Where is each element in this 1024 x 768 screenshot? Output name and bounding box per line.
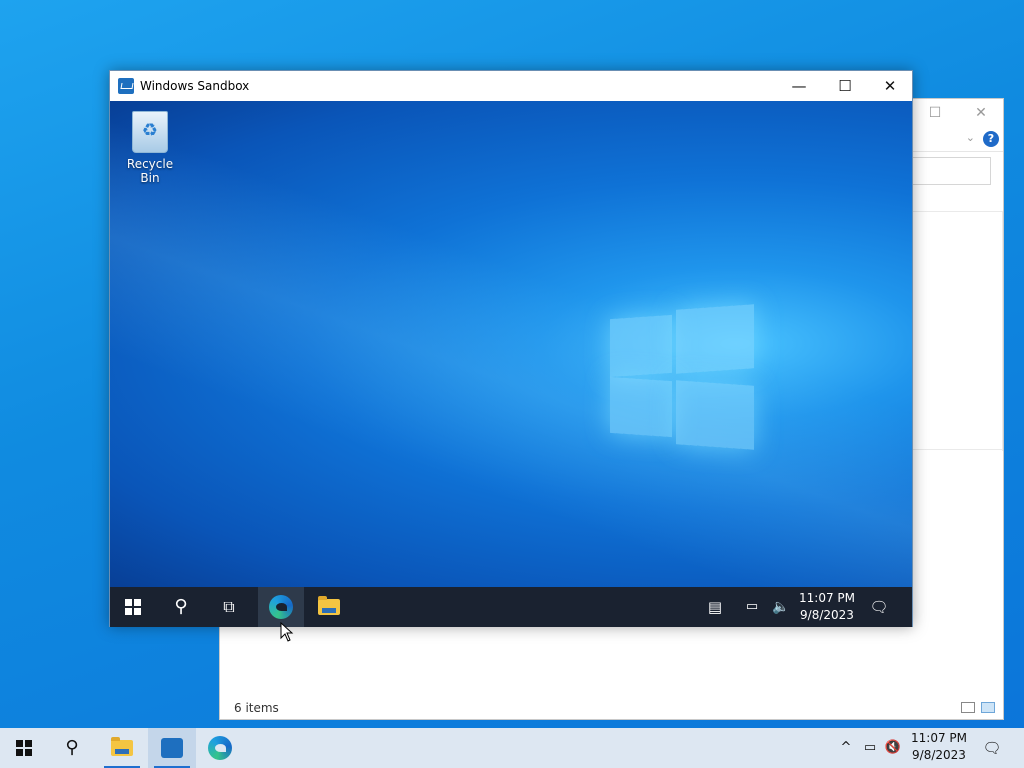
file-explorer-icon	[111, 737, 133, 756]
window-title: Windows Sandbox	[140, 79, 250, 93]
recycle-bin-icon	[132, 111, 168, 153]
sandbox-clock-time[interactable]: 11:07 PM	[798, 590, 856, 606]
maximize-button[interactable]: ☐	[822, 71, 868, 101]
network-icon: ▭	[863, 740, 877, 755]
windows-sandbox-window[interactable]: Windows Sandbox — ☐ ✕ Recycle Bin ⚲ ⧉	[109, 70, 913, 627]
large-icons-view-icon[interactable]	[981, 702, 995, 713]
sandbox-taskbar: ⚲ ⧉ ▤ ▭ 🔈 11:07 PM 9/8/2023 🗨	[110, 587, 912, 627]
host-clock[interactable]: 11:07 PM 9/8/2023	[904, 730, 974, 764]
start-icon	[16, 740, 32, 756]
details-view-icon[interactable]	[961, 702, 975, 713]
sandbox-desktop[interactable]: Recycle Bin	[110, 101, 912, 587]
status-bar-text: 6 items	[234, 701, 279, 715]
host-notifications-button[interactable]: 🗨	[968, 728, 1016, 768]
chevron-up-icon: ^	[840, 740, 852, 755]
minimize-button[interactable]: —	[776, 71, 822, 101]
divider	[1002, 211, 1003, 451]
notification-icon: 🗨	[869, 598, 889, 616]
windows-sandbox-icon	[161, 738, 183, 758]
host-volume-button[interactable]: 🔇	[882, 728, 904, 768]
volume-icon: 🔈	[772, 599, 790, 615]
edge-icon	[208, 736, 232, 760]
mouse-cursor-icon	[280, 622, 294, 642]
edge-icon	[269, 595, 293, 619]
task-view-icon: ⧉	[223, 597, 235, 616]
host-windows-sandbox-button[interactable]	[148, 728, 196, 768]
volume-muted-icon: 🔇	[884, 740, 902, 755]
expand-ribbon-icon[interactable]: ⌄	[966, 131, 975, 144]
show-hidden-icons-button[interactable]: ^	[834, 728, 858, 768]
windows-sandbox-icon	[118, 78, 134, 94]
close-icon[interactable]: ✕	[971, 103, 991, 123]
network-button[interactable]: ▭	[740, 587, 764, 627]
host-file-explorer-button[interactable]	[98, 728, 146, 768]
view-buttons	[961, 702, 995, 713]
sandbox-titlebar[interactable]: Windows Sandbox — ☐ ✕	[110, 71, 912, 101]
notification-icon: 🗨	[982, 739, 1002, 757]
host-search-button[interactable]: ⚲	[48, 728, 96, 768]
host-start-button[interactable]	[0, 728, 48, 768]
search-button[interactable]: ⚲	[158, 587, 204, 627]
sandbox-clock-date[interactable]: 9/8/2023	[798, 607, 856, 623]
file-explorer-taskbar-button[interactable]	[306, 587, 352, 627]
notifications-button[interactable]: 🗨	[856, 587, 902, 627]
help-icon[interactable]: ?	[983, 131, 999, 147]
host-network-button[interactable]: ▭	[858, 728, 882, 768]
maximize-icon[interactable]: ☐	[925, 103, 945, 123]
recycle-bin-label: Recycle Bin	[126, 157, 174, 185]
search-icon: ⚲	[65, 737, 79, 758]
network-icon: ▭	[745, 599, 759, 614]
host-taskbar: ⚲ ^ ▭ 🔇 🗨	[0, 728, 1024, 768]
host-clock-time: 11:07 PM	[911, 731, 967, 745]
news-icon: ▤	[707, 598, 723, 616]
wallpaper-light-beam	[110, 101, 912, 587]
recycle-bin-desktop-icon[interactable]: Recycle Bin	[118, 111, 182, 185]
host-edge-button[interactable]	[196, 728, 244, 768]
search-icon: ⚲	[174, 596, 188, 617]
close-button[interactable]: ✕	[867, 71, 913, 101]
edge-taskbar-button[interactable]	[258, 587, 304, 627]
search-box[interactable]	[911, 157, 991, 185]
file-explorer-icon	[318, 596, 340, 615]
windows-logo-wallpaper	[610, 301, 756, 451]
volume-button[interactable]: 🔈	[768, 587, 794, 627]
start-icon	[125, 599, 141, 615]
host-clock-date: 9/8/2023	[912, 748, 966, 762]
task-view-button[interactable]: ⧉	[206, 587, 252, 627]
start-button[interactable]	[110, 587, 156, 627]
news-button[interactable]: ▤	[692, 587, 738, 627]
